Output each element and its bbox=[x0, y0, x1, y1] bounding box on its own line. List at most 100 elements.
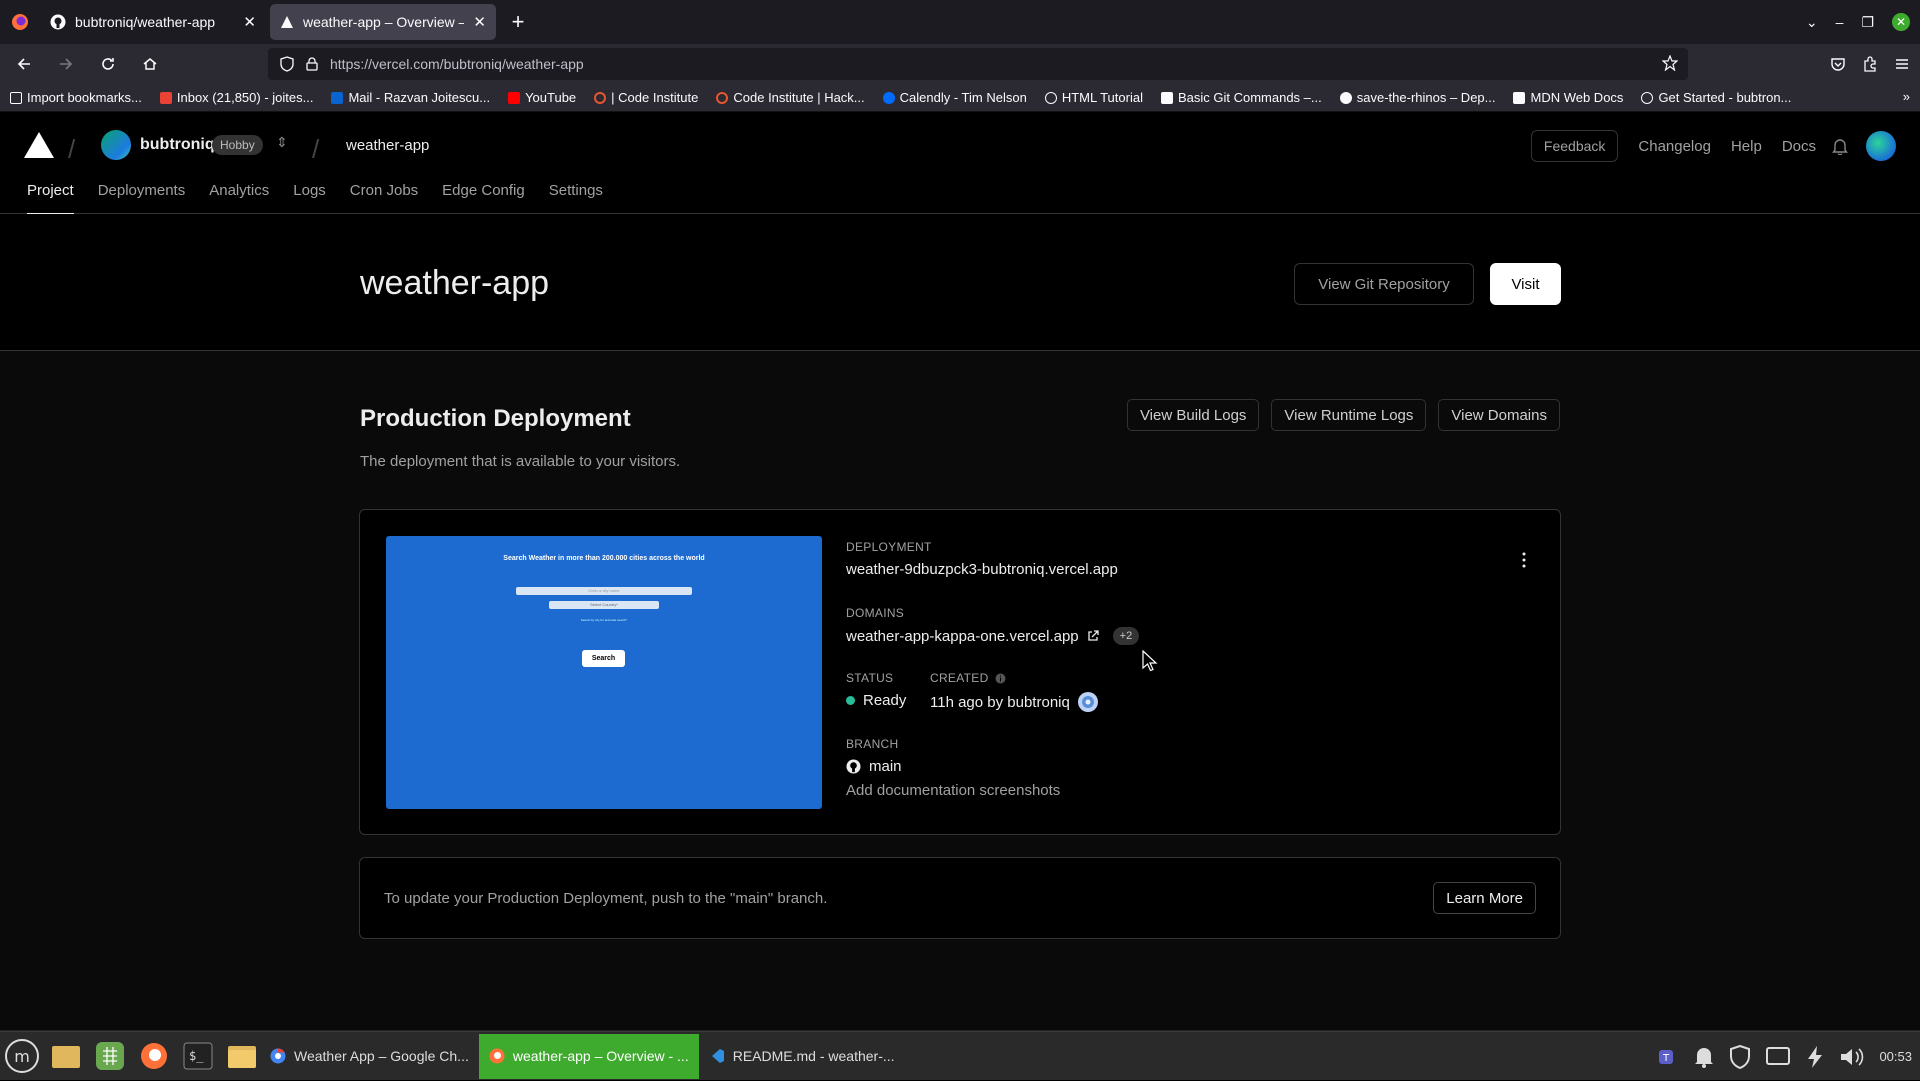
teams-icon[interactable]: T bbox=[1657, 1046, 1679, 1068]
branch-label: Branch bbox=[846, 737, 899, 751]
forward-icon[interactable] bbox=[48, 48, 84, 80]
file-manager-icon[interactable] bbox=[224, 1038, 260, 1074]
bookmark-item[interactable]: Mail - Razvan Joitescu... bbox=[331, 90, 490, 105]
address-bar[interactable]: https://vercel.com/bubtroniq/weather-app bbox=[268, 48, 1688, 80]
visit-button[interactable]: Visit bbox=[1490, 263, 1561, 305]
deployment-preview[interactable]: Search Weather in more than 200.000 citi… bbox=[386, 536, 822, 809]
preview-title: Search Weather in more than 200.000 citi… bbox=[503, 555, 705, 562]
bookmark-item[interactable]: save-the-rhinos – Dep... bbox=[1339, 90, 1495, 105]
reload-icon[interactable] bbox=[90, 48, 126, 80]
created-label-row: Created bbox=[930, 671, 1006, 685]
user-avatar[interactable] bbox=[1866, 131, 1896, 161]
youtube-icon bbox=[508, 91, 521, 104]
extra-domains-badge[interactable]: +2 bbox=[1112, 627, 1140, 645]
firefox-taskbar-icon[interactable] bbox=[136, 1038, 172, 1074]
header-right: Feedback Changelog Help Docs bbox=[1530, 130, 1920, 162]
vercel-icon bbox=[1339, 91, 1352, 104]
team-name[interactable]: bubtroniq bbox=[140, 136, 215, 154]
bookmark-item[interactable]: YouTube bbox=[508, 90, 576, 105]
terminal-icon[interactable]: $_ bbox=[180, 1038, 216, 1074]
vercel-tab-icon bbox=[281, 16, 293, 28]
tab-edge-config[interactable]: Edge Config bbox=[430, 178, 537, 214]
browser-tab-github[interactable]: bubtroniq/weather-app ✕ bbox=[40, 4, 266, 40]
team-avatar[interactable] bbox=[101, 130, 131, 160]
page-title: weather-app bbox=[360, 264, 550, 302]
domain-link[interactable]: weather-app-kappa-one.vercel.app bbox=[846, 628, 1079, 645]
minimize-icon[interactable]: – bbox=[1836, 14, 1844, 30]
volume-icon[interactable] bbox=[1839, 1046, 1865, 1068]
lock-icon[interactable] bbox=[306, 57, 318, 71]
more-options-icon[interactable] bbox=[1522, 552, 1526, 568]
list-all-tabs-icon[interactable]: ⌄ bbox=[1806, 14, 1818, 31]
preview-search-button: Search bbox=[582, 650, 625, 667]
bookmark-item[interactable]: Calendly - Tim Nelson bbox=[882, 90, 1027, 105]
tab-cron-jobs[interactable]: Cron Jobs bbox=[338, 178, 430, 214]
bell-icon[interactable] bbox=[1832, 137, 1848, 155]
firefox-icon[interactable] bbox=[0, 0, 40, 44]
tab-analytics[interactable]: Analytics bbox=[197, 178, 281, 214]
taskbar-window[interactable]: README.md - weather-... bbox=[699, 1034, 905, 1079]
tab-settings[interactable]: Settings bbox=[537, 178, 615, 214]
view-build-logs-button[interactable]: View Build Logs bbox=[1126, 399, 1260, 431]
taskbar-window[interactable]: Weather App – Google Ch... bbox=[260, 1034, 479, 1079]
view-domains-button[interactable]: View Domains bbox=[1438, 399, 1560, 431]
gmail-icon bbox=[159, 91, 172, 104]
browser-tab-vercel[interactable]: weather-app – Overview – V ✕ bbox=[270, 4, 496, 40]
bookmark-item[interactable]: Get Started - bubtron... bbox=[1641, 90, 1791, 105]
vscode-icon bbox=[711, 1049, 724, 1063]
home-icon[interactable] bbox=[132, 48, 168, 80]
deployment-url[interactable]: weather-9dbuzpck3-bubtroniq.vercel.app bbox=[846, 561, 1118, 578]
bookmark-item[interactable]: Basic Git Commands –... bbox=[1160, 90, 1322, 105]
author-avatar[interactable] bbox=[1077, 692, 1098, 712]
spreadsheet-icon[interactable] bbox=[92, 1038, 128, 1074]
new-tab-button[interactable]: + bbox=[500, 4, 536, 40]
more-bookmarks-icon[interactable]: » bbox=[1903, 89, 1910, 104]
taskbar-window-active[interactable]: weather-app – Overview - ... bbox=[478, 1033, 699, 1079]
tab-deployments[interactable]: Deployments bbox=[86, 178, 198, 214]
status-row: Ready bbox=[846, 692, 906, 709]
mint-menu-icon[interactable]: m bbox=[4, 1038, 40, 1074]
bookmark-item[interactable]: Inbox (21,850) - joites... bbox=[159, 90, 313, 105]
close-tab-icon[interactable]: ✕ bbox=[243, 13, 256, 31]
power-icon[interactable] bbox=[1805, 1045, 1825, 1069]
preview-input: Enter a city name bbox=[516, 587, 692, 595]
vercel-logo-icon[interactable] bbox=[24, 132, 54, 158]
bookmark-item[interactable]: MDN Web Docs bbox=[1513, 90, 1623, 105]
view-runtime-logs-button[interactable]: View Runtime Logs bbox=[1271, 399, 1427, 431]
back-icon[interactable] bbox=[6, 48, 42, 80]
files-folder-icon[interactable] bbox=[48, 1038, 84, 1074]
tab-project[interactable]: Project bbox=[15, 178, 86, 215]
branch-value[interactable]: main bbox=[869, 758, 902, 775]
bookmark-item[interactable]: | Code Institute bbox=[594, 90, 698, 105]
maximize-icon[interactable]: ❐ bbox=[1861, 14, 1874, 31]
bookmark-star-icon[interactable] bbox=[1662, 55, 1678, 71]
project-name[interactable]: weather-app bbox=[346, 137, 429, 154]
help-link[interactable]: Help bbox=[1731, 138, 1762, 155]
shield-tray-icon[interactable] bbox=[1729, 1044, 1751, 1069]
notifications-icon[interactable] bbox=[1693, 1045, 1715, 1069]
extensions-icon[interactable] bbox=[1862, 56, 1878, 72]
bookmark-label: Get Started - bubtron... bbox=[1658, 90, 1792, 105]
feedback-button[interactable]: Feedback bbox=[1530, 130, 1619, 162]
bookmark-item[interactable]: HTML Tutorial bbox=[1044, 90, 1143, 105]
team-switcher-icon[interactable]: ⇕ bbox=[276, 134, 288, 151]
display-icon[interactable] bbox=[1765, 1046, 1791, 1068]
close-tab-icon[interactable]: ✕ bbox=[473, 13, 486, 31]
commit-message[interactable]: Add documentation screenshots bbox=[846, 782, 1060, 799]
view-git-repository-button[interactable]: View Git Repository bbox=[1294, 263, 1474, 305]
external-link-icon[interactable] bbox=[1087, 630, 1099, 642]
close-window-icon[interactable]: ✕ bbox=[1892, 13, 1910, 31]
info-icon[interactable] bbox=[995, 673, 1006, 684]
project-tabs: Project Deployments Analytics Logs Cron … bbox=[0, 178, 615, 215]
pocket-icon[interactable] bbox=[1830, 56, 1846, 72]
learn-more-button[interactable]: Learn More bbox=[1433, 882, 1536, 914]
atlassian-icon bbox=[1160, 91, 1173, 104]
docs-link[interactable]: Docs bbox=[1782, 138, 1816, 155]
bookmark-item[interactable]: Import bookmarks... bbox=[10, 90, 142, 105]
bookmark-item[interactable]: Code Institute | Hack... bbox=[716, 90, 865, 105]
changelog-link[interactable]: Changelog bbox=[1638, 138, 1711, 155]
menu-icon[interactable] bbox=[1894, 56, 1910, 72]
shield-icon[interactable] bbox=[280, 56, 294, 72]
clock[interactable]: 00:53 bbox=[1879, 1049, 1912, 1064]
tab-logs[interactable]: Logs bbox=[281, 178, 338, 214]
